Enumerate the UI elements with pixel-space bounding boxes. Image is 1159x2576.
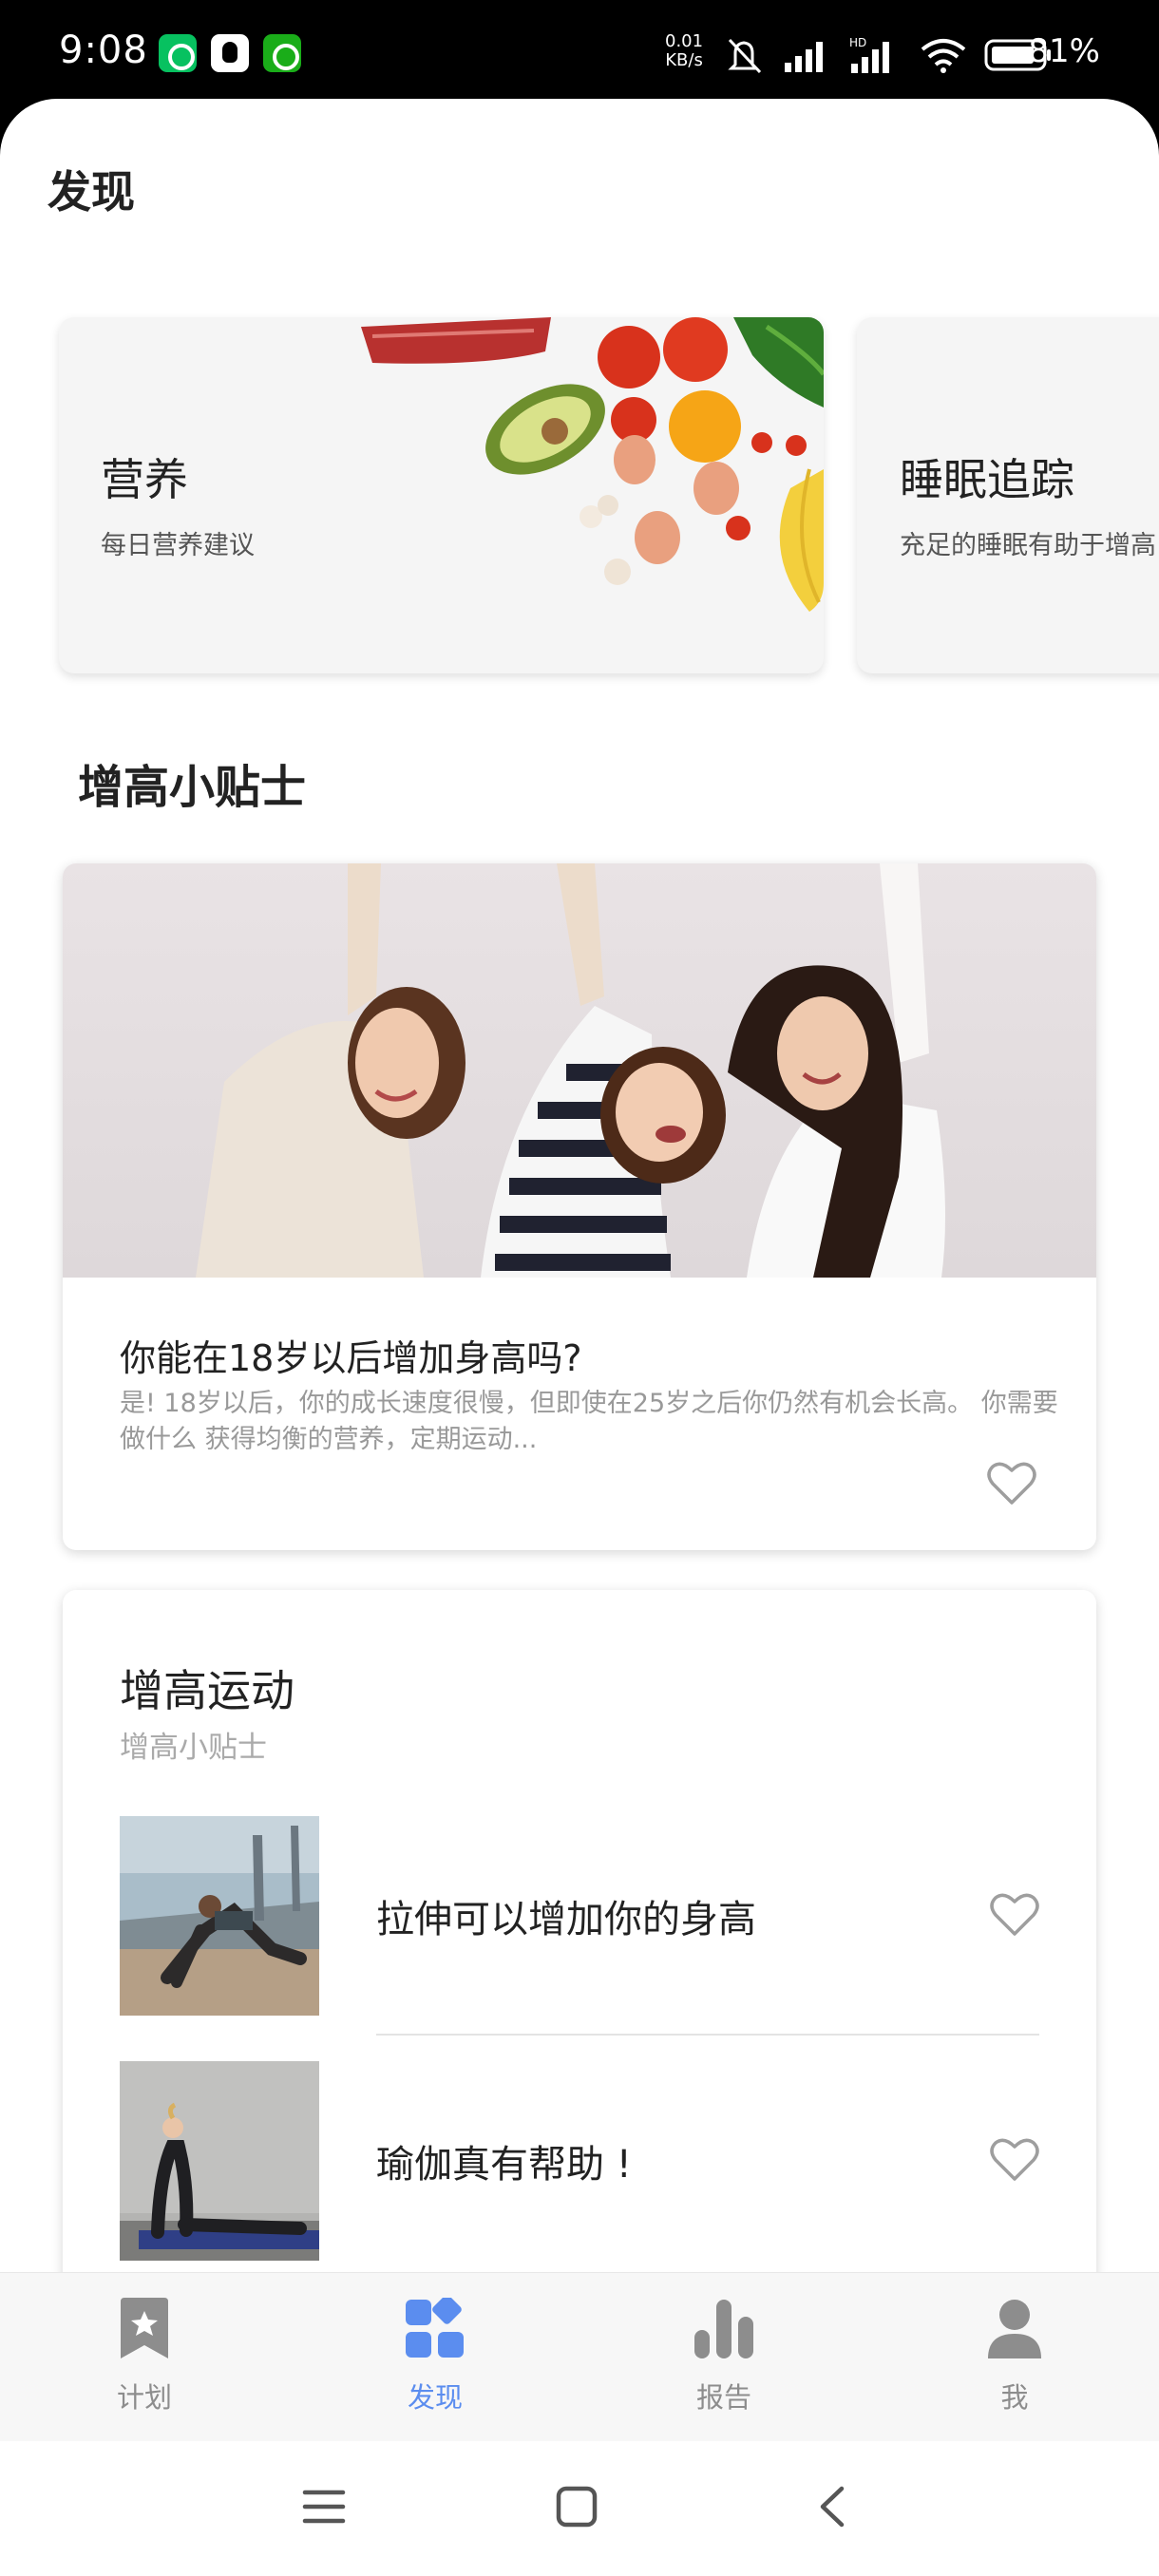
status-time: 9:08: [59, 28, 148, 72]
nav-label-plan: 计划: [116, 2381, 172, 2414]
page-title: 发现: [48, 166, 135, 218]
mute-icon: [728, 38, 762, 74]
nav-label-report: 报告: [695, 2381, 751, 2414]
nutrition-title: 营养: [101, 454, 188, 505]
person-icon: [988, 2300, 1041, 2358]
exercise-subtitle: 增高小贴士: [120, 1731, 267, 1765]
menu-icon[interactable]: [302, 2485, 346, 2529]
women-stretching-photo: [196, 863, 945, 1278]
bottom-nav: 计划 发现 报告 我: [0, 2272, 1159, 2441]
nav-label-discover: 发现: [407, 2381, 463, 2414]
favorite-heart-icon[interactable]: [990, 2137, 1039, 2183]
nutrition-card[interactable]: 营养 每日营养建议: [59, 317, 824, 673]
favorite-heart-icon[interactable]: [990, 1892, 1039, 1938]
home-icon[interactable]: [555, 2485, 598, 2529]
article-excerpt: 是! 18岁以后，你的成长速度很慢，但即使在25岁之后你仍然有机会长高。 你需要…: [120, 1389, 1058, 1454]
discover-screen: 发现 营养 每日营养建议 睡眠追踪 充足的睡眠有助于增高 增高小贴士 你能在18…: [0, 99, 1159, 2436]
status-bar: 9:08 0.01 KB/s HD 81%: [0, 0, 1159, 99]
back-icon[interactable]: [811, 2485, 855, 2529]
battery-percent: 81%: [1028, 32, 1100, 70]
list-item[interactable]: 拉伸可以增加你的身高: [120, 1816, 1039, 2036]
system-navigation-bar: [0, 2441, 1159, 2576]
tips-section-title: 增高小贴士: [78, 761, 307, 814]
net-speed: 0.01 KB/s: [665, 31, 704, 70]
article-card[interactable]: 你能在18岁以后增加身高吗? 是! 18岁以后，你的成长速度很慢，但即使在25岁…: [63, 863, 1096, 1550]
article-photo: [63, 863, 1096, 1278]
yoga-thumbnail: [120, 2061, 319, 2261]
svg-text:HD: HD: [849, 36, 866, 49]
article-title: 你能在18岁以后增加身高吗?: [120, 1337, 582, 1379]
nav-item-plan[interactable]: 计划: [78, 2298, 211, 2421]
discover-grid-icon: [406, 2298, 464, 2358]
nav-item-report[interactable]: 报告: [657, 2298, 790, 2421]
nav-label-me: 我: [1000, 2381, 1029, 2414]
nutrition-subtitle: 每日营养建议: [101, 531, 255, 560]
exercise-title: 增高运动: [120, 1665, 294, 1716]
sleep-title: 睡眠追踪: [900, 454, 1074, 505]
bookmark-star-icon: [121, 2298, 168, 2358]
sleep-tracking-card[interactable]: 睡眠追踪 充足的睡眠有助于增高: [857, 317, 1159, 673]
hd-signal-icon: HD: [849, 36, 889, 73]
wechat-icon: [159, 34, 197, 72]
favorite-heart-icon[interactable]: [987, 1461, 1036, 1506]
nav-item-discover[interactable]: 发现: [369, 2298, 502, 2421]
exercise-label: 瑜伽真有帮助 !: [376, 2143, 632, 2187]
list-item[interactable]: 瑜伽真有帮助 !: [120, 2061, 1039, 2261]
green-app-icon: [263, 34, 301, 72]
bar-chart-icon: [694, 2300, 753, 2358]
stretching-thumbnail: [120, 1816, 319, 2016]
signal-icon: [785, 42, 823, 72]
nav-item-me[interactable]: 我: [948, 2298, 1081, 2421]
row-divider: [376, 2034, 1039, 2036]
sleep-subtitle: 充足的睡眠有助于增高: [900, 531, 1156, 560]
exercise-label: 拉伸可以增加你的身高: [376, 1898, 756, 1941]
qq-icon: [211, 34, 249, 72]
wifi-icon: [921, 39, 966, 73]
